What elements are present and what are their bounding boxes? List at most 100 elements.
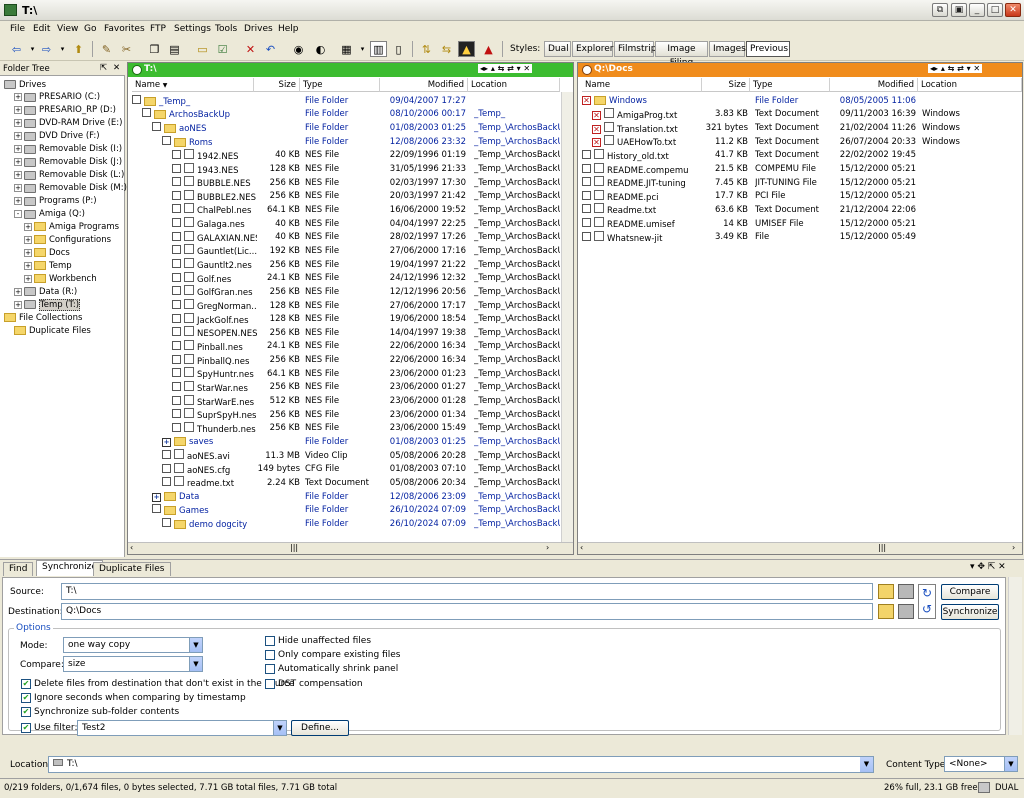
table-row[interactable]: README.pci 17.7 KB PCI File 15/12/2000 05:2… — [578, 189, 1022, 204]
tree-item[interactable]: + Data (R:) — [14, 285, 77, 298]
select-checkbox[interactable] — [172, 286, 181, 296]
sync-subfolders-checkbox[interactable]: ✔ — [21, 707, 31, 717]
select-checkbox[interactable] — [172, 354, 181, 364]
table-row[interactable]: aoNES File Folder 01/08/2003 01:25 _Temp_\A… — [128, 121, 561, 135]
tree-item[interactable]: + Removable Disk (I:) — [14, 143, 122, 156]
panel-controls-icon[interactable]: ▾ ✥ ⇱ ✕ — [970, 562, 1006, 572]
select-checkbox[interactable] — [172, 163, 181, 173]
hide-unaffected-checkbox[interactable] — [265, 636, 275, 646]
left-pane-nav-icons[interactable]: ◂▸ ▴ ⇆ ⇄ ▾ ✕ — [478, 64, 533, 73]
select-checkbox[interactable] — [172, 245, 181, 255]
folder-compare-icon[interactable]: ⇆ — [438, 41, 455, 57]
minimize-button[interactable]: _ — [969, 3, 985, 17]
tree-item[interactable]: + PRESARIO (C:) — [14, 91, 100, 104]
synchronize-button[interactable]: Synchronize — [941, 604, 999, 620]
tree-item[interactable]: + Workbench — [24, 272, 97, 285]
use-filter-checkbox[interactable]: ✔ — [21, 723, 31, 733]
right-col-name[interactable]: Name — [582, 78, 702, 92]
table-row[interactable]: README.compemu 21.5 KB COMPEMU File 15/12/2… — [578, 162, 1022, 176]
table-row[interactable]: BUBBLE2.NES 256 KB NES File 20/03/1997 21:4… — [128, 189, 561, 204]
style-explorer[interactable]: Explorer — [572, 41, 613, 57]
menu-edit[interactable]: Edit — [33, 24, 50, 34]
tree-close-icon[interactable]: ✕ — [113, 63, 120, 73]
dst-compensation-checkbox[interactable] — [265, 679, 275, 689]
table-row[interactable]: Roms File Folder 12/08/2006 23:32 _Temp_\Ar… — [128, 135, 561, 149]
left-col-type[interactable]: Type — [300, 78, 380, 92]
utility-vscroll[interactable] — [1008, 577, 1022, 735]
table-row[interactable]: BUBBLE.NES 256 KB NES File 02/03/1997 17:30… — [128, 176, 561, 190]
menu-drives[interactable]: Drives — [244, 24, 273, 34]
tab-duplicate-files[interactable]: Duplicate Files — [93, 562, 171, 576]
compare-button[interactable]: Compare — [941, 584, 999, 600]
delete-files-checkbox[interactable]: ✔ — [21, 679, 31, 689]
properties-icon[interactable]: ☑ — [214, 41, 231, 57]
tree-item[interactable]: + Programs (P:) — [14, 195, 97, 208]
select-checkbox[interactable] — [172, 340, 181, 350]
tree-item[interactable]: + Configurations — [24, 233, 111, 246]
expand-icon[interactable]: + — [14, 287, 22, 296]
forward-dropdown-icon[interactable]: ▾ — [54, 41, 71, 57]
table-row[interactable]: ArchosBackUp File Folder 08/10/2006 00:17 _… — [128, 108, 561, 122]
ignore-seconds-checkbox[interactable]: ✔ — [21, 693, 31, 703]
select-checkbox[interactable] — [172, 422, 181, 432]
right-col-type[interactable]: Type — [750, 78, 830, 92]
select-checkbox[interactable] — [172, 395, 181, 405]
back-icon[interactable]: ⇦ — [8, 41, 25, 57]
table-row[interactable]: Readme.txt 63.6 KB Text Document 21/12/2004… — [578, 203, 1022, 217]
table-row[interactable]: demo dogcity File Folder 26/10/2024 07:09 _… — [128, 517, 561, 531]
table-row[interactable]: 1943.NES 128 KB NES File 31/05/1996 21:33 _T… — [128, 162, 561, 176]
table-row[interactable]: Gauntlt2.nes 256 KB NES File 19/04/1997 21:… — [128, 258, 561, 272]
select-checkbox[interactable] — [172, 313, 181, 323]
left-col-size[interactable]: Size — [254, 78, 300, 92]
copy-icon[interactable]: ❐ — [146, 41, 163, 57]
location-input[interactable]: T:\ ▼ — [48, 756, 874, 773]
table-row[interactable]: Golf.nes 24.1 KB NES File 24/12/1996 12:32 _… — [128, 271, 561, 285]
expand-icon[interactable]: + — [14, 184, 22, 193]
table-row[interactable]: aoNES.cfg 149 bytes CFG File 01/08/2003 07:… — [128, 462, 561, 477]
excluded-checkbox[interactable]: ✕ — [592, 138, 601, 148]
forward-icon[interactable]: ⇨ — [38, 41, 55, 57]
excluded-checkbox[interactable]: ✕ — [592, 124, 601, 134]
right-col-modified[interactable]: Modified — [830, 78, 918, 92]
select-checkbox[interactable] — [172, 149, 181, 159]
select-checkbox[interactable] — [152, 504, 161, 514]
collapse-icon[interactable]: - — [14, 210, 22, 218]
folder-remove-icon[interactable]: ▲ — [480, 41, 497, 57]
style-image-filing[interactable]: Image Filing — [655, 41, 708, 68]
dual-pane-icon[interactable]: ▥ — [370, 41, 387, 57]
table-row[interactable]: readme.txt 2.24 KB Text Document 05/08/2006… — [128, 476, 561, 490]
new-folder-icon[interactable]: ▭ — [194, 41, 211, 57]
right-col-size[interactable]: Size — [702, 78, 750, 92]
select-checkbox[interactable] — [172, 409, 181, 419]
source-ftp-icon[interactable] — [898, 584, 914, 599]
mode-select[interactable]: one way copy ▼ — [63, 637, 203, 653]
select-checkbox[interactable] — [582, 163, 591, 173]
table-row[interactable]: + Data File Folder 12/08/2006 23:09 _Temp_\A… — [128, 490, 561, 504]
select-checkbox[interactable] — [172, 327, 181, 337]
style-filmstrip[interactable]: Filmstrip — [614, 41, 656, 57]
menu-go[interactable]: Go — [84, 24, 96, 34]
links-icon[interactable]: ✂ — [118, 41, 135, 57]
tree-item[interactable]: + Temp (T:) — [14, 298, 81, 311]
table-row[interactable]: JackGolf.nes 128 KB NES File 19/06/2000 18:… — [128, 312, 561, 326]
source-input[interactable]: T:\ — [61, 583, 873, 600]
auto-shrink-checkbox[interactable] — [265, 664, 275, 674]
select-checkbox[interactable] — [152, 122, 161, 132]
compare-select[interactable]: size ▼ — [63, 656, 203, 672]
expand-icon[interactable]: + — [14, 93, 22, 102]
table-row[interactable]: Whatsnew-jit 3.49 KB File 15/12/2000 05:49 — [578, 230, 1022, 245]
restore-layout-icon[interactable]: ⧉ — [932, 3, 948, 17]
select-checkbox[interactable] — [172, 368, 181, 378]
expand-icon[interactable]: + — [14, 171, 22, 180]
menu-ftp[interactable]: FTP — [150, 24, 166, 34]
select-checkbox[interactable] — [162, 450, 171, 460]
menu-file[interactable]: File — [10, 24, 25, 34]
tree-item[interactable]: File Collections — [4, 311, 82, 324]
table-row[interactable]: PinballQ.nes 256 KB NES File 22/06/2000 16:… — [128, 353, 561, 367]
content-type-select[interactable]: <None> ▼ — [944, 756, 1018, 772]
table-row[interactable]: SpyHuntr.nes 64.1 KB NES File 23/06/2000 01… — [128, 367, 561, 381]
expand-icon[interactable]: + — [14, 106, 22, 115]
table-row[interactable]: README.JIT-tuning 7.45 KB JIT-TUNING File 1… — [578, 176, 1022, 190]
select-checkbox[interactable] — [162, 463, 171, 473]
select-checkbox[interactable] — [582, 231, 591, 241]
